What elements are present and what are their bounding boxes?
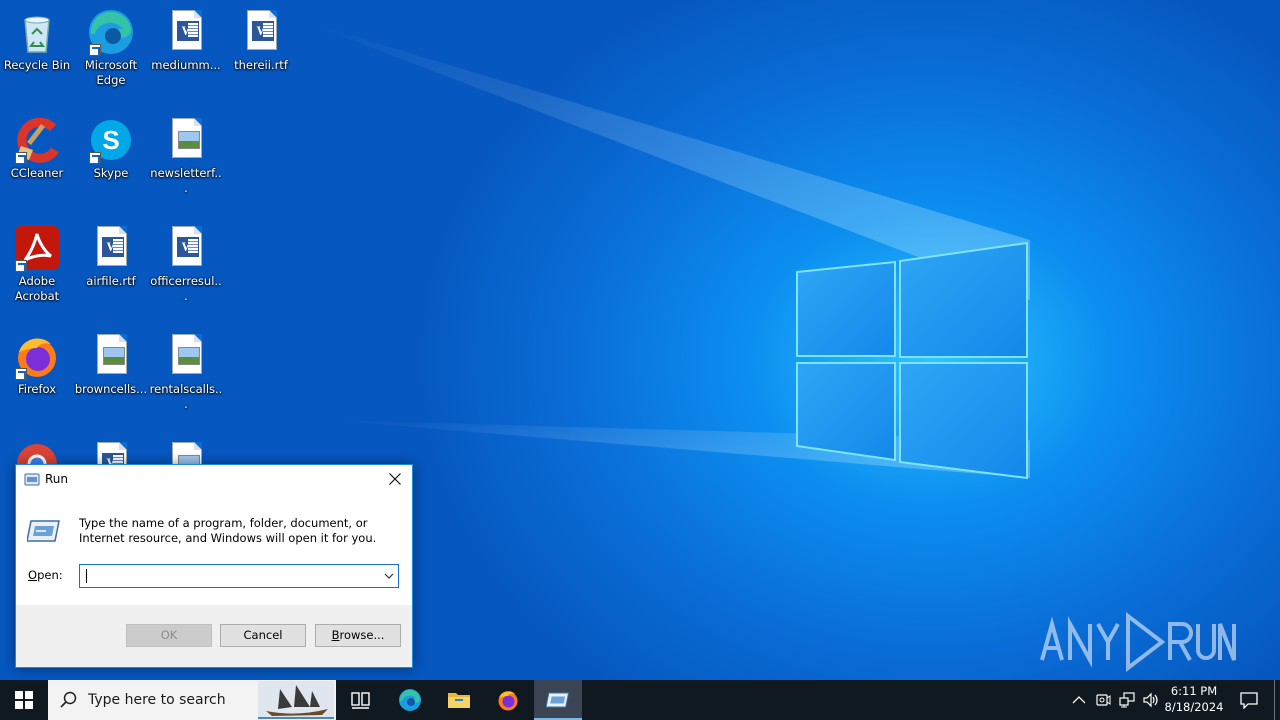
- desktop-icon-label: Adobe Acrobat: [14, 274, 60, 303]
- desktop-icon-adobe-acrobat[interactable]: Adobe Acrobat: [0, 218, 74, 304]
- desktop-icon-label: Microsoft Edge: [84, 58, 138, 87]
- task-view-icon: [351, 692, 370, 709]
- word-document-icon: W: [87, 224, 135, 272]
- windows-logo-icon: [15, 691, 33, 709]
- ok-button[interactable]: OK: [126, 624, 212, 647]
- desktop-icon-label: CCleaner: [10, 166, 64, 180]
- chevron-down-icon: [384, 573, 394, 579]
- notification-icon: [1240, 692, 1258, 709]
- tray-network-button[interactable]: [1116, 680, 1138, 720]
- shortcut-arrow-icon: [15, 152, 27, 164]
- run-dialog-footer: OK Cancel Browse...: [16, 605, 412, 667]
- desktop-icon-image-file[interactable]: rentalscalls...: [149, 326, 223, 412]
- folder-icon: [448, 693, 470, 708]
- tray-meet-now-button[interactable]: [1092, 680, 1114, 720]
- speaker-icon: [1143, 692, 1158, 708]
- firefox-icon: [13, 332, 61, 380]
- close-button[interactable]: [378, 465, 412, 493]
- run-program-icon: [27, 520, 60, 542]
- word-document-icon: W: [162, 224, 210, 272]
- taskbar-clock[interactable]: 6:11 PM 8/18/2024: [1162, 683, 1226, 715]
- network-icon: [1119, 692, 1135, 708]
- desktop-icon-label: Recycle Bin: [3, 58, 71, 72]
- edge-icon: [87, 8, 135, 56]
- run-dialog-description: Type the name of a program, folder, docu…: [79, 516, 377, 545]
- image-file-icon: [87, 332, 135, 380]
- desktop-icon-label: officerresul...: [150, 274, 222, 303]
- taskbar-file-explorer-button[interactable]: [435, 680, 483, 720]
- run-icon: [546, 692, 570, 708]
- adobe-acrobat-icon: [13, 224, 61, 272]
- desktop-icon-label: Skype: [93, 166, 129, 180]
- run-dialog-title: Run: [45, 472, 69, 486]
- camera-icon: [1096, 694, 1111, 706]
- tray-volume-button[interactable]: [1140, 680, 1162, 720]
- desktop-icon-microsoft-edge[interactable]: Microsoft Edge: [74, 2, 148, 88]
- close-icon: [389, 473, 401, 485]
- svg-text:S: S: [102, 125, 119, 155]
- chevron-up-icon: [1072, 696, 1086, 704]
- ccleaner-icon: [13, 116, 61, 164]
- search-icon: [60, 691, 77, 708]
- word-document-icon: W: [237, 8, 285, 56]
- taskbar-search-box[interactable]: Type here to search: [48, 680, 336, 720]
- desktop-icon-word-doc[interactable]: W officerresul...: [149, 218, 223, 304]
- desktop-icon-word-doc[interactable]: W airfile.rtf: [74, 218, 148, 289]
- desktop-icon-firefox[interactable]: Firefox: [0, 326, 74, 397]
- desktop-icon-label: thereii.rtf: [234, 58, 288, 72]
- recycle-bin-icon: [13, 8, 61, 56]
- shortcut-arrow-icon: [15, 260, 27, 272]
- desktop-icon-label: newsletterf...: [150, 166, 222, 195]
- desktop-icon-label: browncells...: [74, 382, 148, 396]
- search-placeholder: Type here to search: [88, 692, 226, 708]
- desktop-icon-label: Firefox: [17, 382, 57, 396]
- start-button[interactable]: [0, 680, 48, 720]
- taskbar-edge-button[interactable]: [386, 680, 434, 720]
- run-dialog-body: Type the name of a program, folder, docu…: [16, 495, 412, 605]
- desktop-icon-label: airfile.rtf: [86, 274, 136, 288]
- desktop-icon-skype[interactable]: S Skype: [74, 110, 148, 181]
- desktop-icon-image-file[interactable]: browncells...: [74, 326, 148, 397]
- open-label: Open:: [28, 568, 63, 582]
- taskbar: Type here to search 6:11 PM 8/18/2024: [0, 680, 1280, 720]
- taskbar-run-button[interactable]: [534, 680, 582, 720]
- word-document-icon: W: [162, 8, 210, 56]
- desktop-icon-word-doc[interactable]: W thereii.rtf: [224, 2, 298, 73]
- image-file-icon: [162, 332, 210, 380]
- desktop-icon-word-doc[interactable]: W mediumm...: [149, 2, 223, 73]
- run-dialog: Run Type the name of a program, folder, …: [15, 464, 413, 668]
- open-combobox[interactable]: [79, 564, 399, 588]
- run-dialog-titlebar[interactable]: Run: [16, 465, 412, 495]
- show-hidden-icons-button[interactable]: [1068, 680, 1090, 720]
- task-view-button[interactable]: [336, 680, 384, 720]
- text-caret: [86, 569, 87, 583]
- shortcut-arrow-icon: [15, 368, 27, 380]
- taskbar-firefox-button[interactable]: [484, 680, 532, 720]
- combobox-dropdown-button[interactable]: [380, 565, 398, 587]
- cancel-button[interactable]: Cancel: [220, 624, 306, 647]
- edge-icon: [399, 689, 421, 711]
- shortcut-arrow-icon: [89, 44, 101, 56]
- shortcut-arrow-icon: [89, 152, 101, 164]
- desktop-icon-ccleaner[interactable]: CCleaner: [0, 110, 74, 181]
- action-center-button[interactable]: [1232, 680, 1266, 720]
- search-highlight-ship-icon: [258, 681, 334, 719]
- run-icon: [24, 473, 40, 486]
- firefox-icon: [498, 691, 518, 711]
- desktop-icon-recycle-bin[interactable]: Recycle Bin: [0, 2, 74, 73]
- clock-date: 8/18/2024: [1164, 700, 1224, 714]
- clock-time: 6:11 PM: [1170, 684, 1218, 698]
- image-file-icon: [162, 116, 210, 164]
- open-input[interactable]: [82, 566, 378, 586]
- desktop-icon-image-file[interactable]: newsletterf...: [149, 110, 223, 196]
- desktop-icon-label: rentalscalls...: [149, 382, 223, 411]
- show-desktop-button[interactable]: [1274, 680, 1280, 720]
- browse-button[interactable]: Browse...: [315, 624, 401, 647]
- skype-icon: S: [87, 116, 135, 164]
- desktop-icon-label: mediumm...: [151, 58, 221, 72]
- anyrun-watermark-logo: [1040, 611, 1236, 672]
